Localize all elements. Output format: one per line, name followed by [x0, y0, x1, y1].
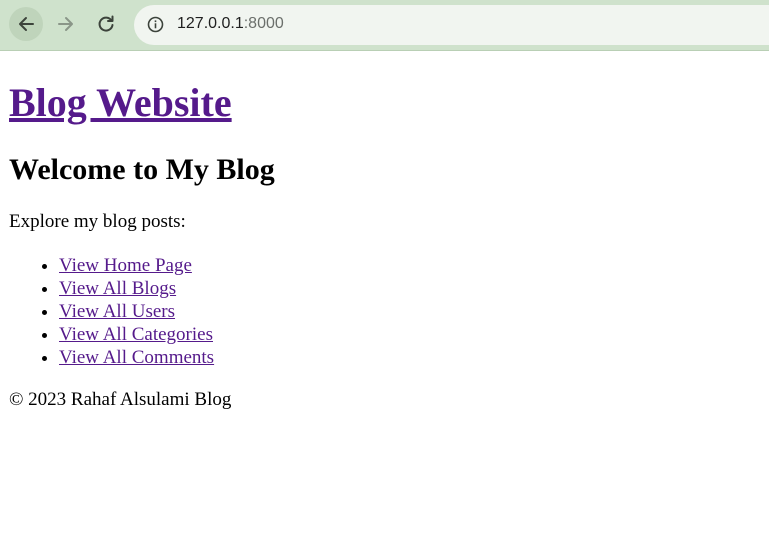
site-title: Blog Website — [9, 79, 232, 127]
list-item: View Home Page — [59, 254, 214, 277]
site-title-link[interactable]: Blog Website — [9, 80, 232, 125]
all-comments-link[interactable]: View All Comments — [59, 347, 214, 368]
home-page-link[interactable]: View Home Page — [59, 255, 192, 276]
arrow-right-icon — [58, 17, 73, 31]
all-blogs-link[interactable]: View All Blogs — [59, 278, 176, 299]
url-text[interactable]: 127.0.0.1:8000 — [177, 15, 284, 33]
reload-icon — [98, 15, 114, 32]
all-users-link[interactable]: View All Users — [59, 301, 175, 322]
page-content: Blog Website Welcome to My Blog Explore … — [0, 52, 769, 551]
url-port: :8000 — [243, 15, 284, 32]
footer-text: © 2023 Rahaf Alsulami Blog — [9, 389, 232, 410]
url-host: 127.0.0.1 — [177, 15, 244, 32]
reload-button[interactable] — [89, 7, 123, 41]
forward-button[interactable] — [49, 7, 83, 41]
list-item: View All Users — [59, 300, 214, 323]
info-icon[interactable] — [147, 16, 164, 38]
list-item: View All Blogs — [59, 277, 214, 300]
list-item: View All Categories — [59, 323, 214, 346]
arrow-left-icon — [19, 17, 34, 31]
intro-text: Explore my blog posts: — [9, 211, 186, 232]
blog-links-list: View Home Page View All Blogs View All U… — [21, 254, 214, 369]
list-item: View All Comments — [59, 346, 214, 369]
browser-toolbar: 127.0.0.1:8000 — [0, 0, 769, 51]
back-button[interactable] — [9, 7, 43, 41]
welcome-heading: Welcome to My Blog — [9, 153, 275, 186]
all-categories-link[interactable]: View All Categories — [59, 324, 213, 345]
address-bar[interactable]: 127.0.0.1:8000 — [134, 5, 769, 45]
